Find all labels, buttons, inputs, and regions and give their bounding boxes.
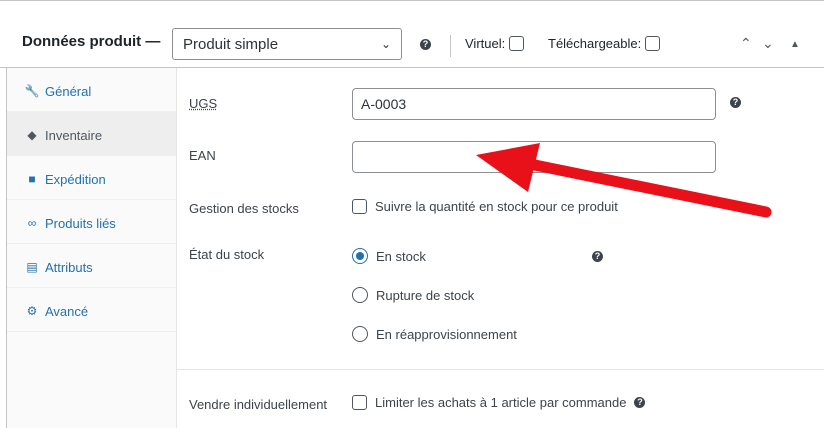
- tab-label: Général: [45, 84, 92, 99]
- option-label: En stock: [376, 248, 426, 264]
- wrench-icon: 🔧: [24, 84, 40, 98]
- tab-label: Attributs: [45, 260, 93, 275]
- product-type-select[interactable]: Produit simple ⌄: [172, 28, 402, 60]
- section-divider: [176, 369, 824, 370]
- virtual-label: Virtuel:: [465, 36, 506, 51]
- virtual-checkbox[interactable]: [509, 36, 525, 51]
- ugs-input[interactable]: [352, 88, 716, 120]
- stock-management-checkbox[interactable]: [352, 199, 367, 214]
- virtual-checkbox-label[interactable]: Virtuel:: [465, 36, 525, 51]
- panel-title: Données produit —: [22, 33, 161, 50]
- sold-individually-row[interactable]: Limiter les achats à 1 article par comma…: [352, 395, 646, 410]
- tab-advanced[interactable]: ⚙ Avancé: [7, 288, 176, 332]
- stock-option-in-stock[interactable]: En stock: [352, 248, 426, 264]
- tab-label: Produits liés: [45, 216, 116, 231]
- downloadable-checkbox-label[interactable]: Téléchargeable:: [548, 36, 661, 51]
- help-icon[interactable]: ?: [592, 251, 603, 262]
- chevron-down-icon[interactable]: ⌄: [762, 35, 774, 52]
- tab-inventory[interactable]: ◆ Inventaire: [7, 112, 176, 156]
- link-icon: ∞: [27, 216, 37, 230]
- tab-shipping[interactable]: ■ Expédition: [7, 156, 176, 200]
- help-icon[interactable]: ?: [420, 39, 431, 50]
- ean-label: EAN: [189, 148, 216, 163]
- stock-status-label: État du stock: [189, 247, 265, 262]
- sold-individually-text: Limiter les achats à 1 article par comma…: [375, 395, 627, 410]
- downloadable-label: Téléchargeable:: [548, 36, 642, 51]
- downloadable-checkbox[interactable]: [645, 36, 661, 51]
- divider: [450, 35, 451, 57]
- ugs-label: UGS: [189, 96, 218, 111]
- tab-label: Inventaire: [45, 128, 103, 143]
- tab-general[interactable]: 🔧 Général: [7, 68, 176, 112]
- triangle-up-icon[interactable]: ▲: [790, 39, 800, 50]
- gear-icon: ⚙: [26, 304, 38, 318]
- help-icon[interactable]: ?: [634, 397, 646, 408]
- stock-management-label: Gestion des stocks: [189, 201, 299, 216]
- annotation-arrow: [476, 143, 772, 218]
- help-icon[interactable]: ?: [730, 97, 741, 108]
- chevron-down-icon: ⌄: [380, 37, 391, 51]
- product-type-value: Produit simple: [183, 36, 279, 53]
- radio-backorder[interactable]: [352, 326, 368, 342]
- truck-icon: ■: [28, 172, 36, 186]
- stock-option-out-of-stock[interactable]: Rupture de stock: [352, 287, 474, 303]
- option-label: En réapprovisionnement: [376, 326, 517, 342]
- option-label: Rupture de stock: [376, 287, 475, 303]
- stock-option-backorder[interactable]: En réapprovisionnement: [352, 326, 517, 342]
- tab-attributes[interactable]: ▤ Attributs: [7, 244, 176, 288]
- sold-individually-checkbox[interactable]: [352, 395, 367, 410]
- product-data-header: Données produit — Produit simple ⌄ ? Vir…: [0, 0, 824, 68]
- list-icon: ▤: [26, 260, 38, 274]
- radio-out-of-stock[interactable]: [352, 287, 368, 303]
- tab-label: Expédition: [45, 172, 106, 187]
- tab-label: Avancé: [45, 304, 89, 319]
- chevron-up-icon[interactable]: ⌃: [740, 35, 752, 52]
- tab-linked-products[interactable]: ∞ Produits liés: [7, 200, 176, 244]
- radio-in-stock[interactable]: [352, 248, 368, 264]
- tag-icon: ◆: [27, 128, 37, 142]
- sold-individually-label: Vendre individuellement: [189, 397, 328, 412]
- product-data-tabs: 🔧 Général ◆ Inventaire ■ Expédition ∞ Pr…: [7, 68, 177, 428]
